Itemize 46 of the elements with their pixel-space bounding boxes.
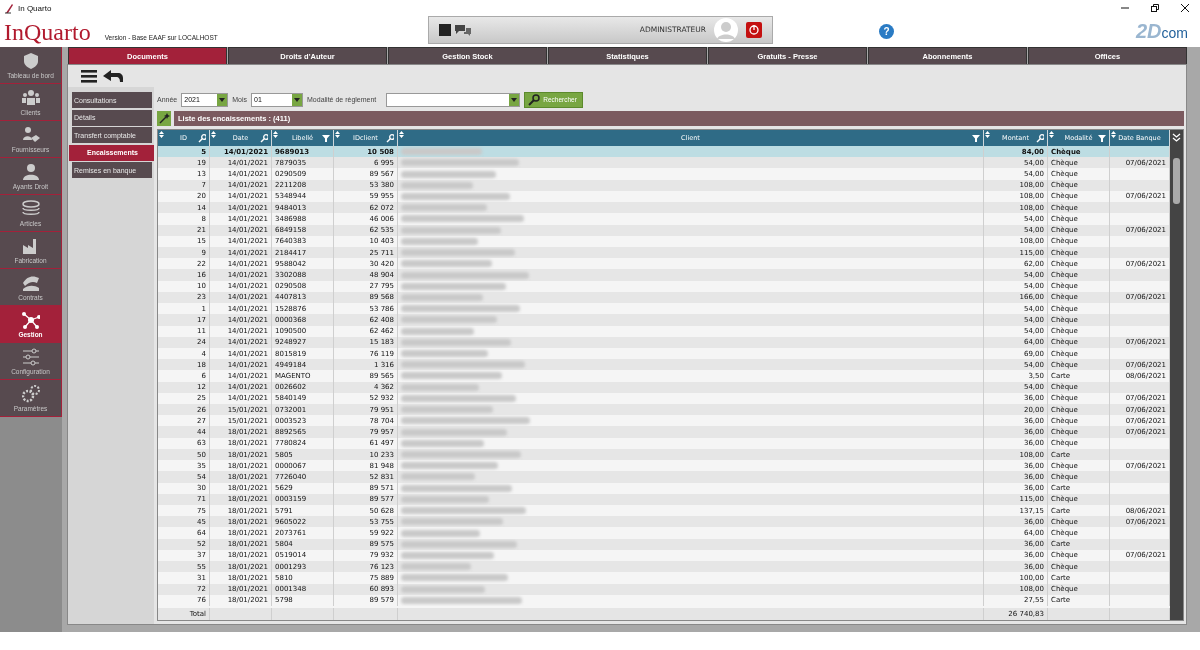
sort-icon[interactable] xyxy=(211,131,216,138)
help-button[interactable]: ? xyxy=(879,24,894,39)
power-icon[interactable] xyxy=(746,21,762,38)
sort-icon[interactable] xyxy=(273,131,278,138)
people-icon xyxy=(21,88,40,107)
dropdown-field[interactable] xyxy=(386,92,521,107)
wand-icon xyxy=(158,113,170,124)
expand-icon[interactable] xyxy=(1172,133,1181,142)
sliders-icon xyxy=(21,347,40,366)
blurred-text xyxy=(401,181,473,189)
people-icon xyxy=(21,125,40,144)
sort-icon[interactable] xyxy=(399,131,404,138)
brand-logo: 2Dcom xyxy=(1135,20,1188,43)
caret-icon[interactable] xyxy=(509,93,520,106)
tool-button[interactable] xyxy=(157,111,171,126)
window-title: In Quarto xyxy=(18,3,52,13)
caret-icon[interactable] xyxy=(292,93,303,106)
menu-icon[interactable] xyxy=(81,69,97,83)
sort-icon[interactable] xyxy=(335,131,340,138)
person-icon xyxy=(21,162,40,181)
filter-icon[interactable] xyxy=(972,134,980,143)
network-icon xyxy=(21,310,40,329)
app-icon xyxy=(4,2,14,14)
search-icon[interactable] xyxy=(386,134,394,143)
stop-icon[interactable] xyxy=(439,23,451,36)
filter-icon[interactable] xyxy=(1098,134,1106,143)
chat-icon[interactable] xyxy=(454,23,472,36)
close-icon[interactable] xyxy=(1180,3,1190,13)
sort-icon[interactable] xyxy=(159,131,164,138)
search-icon[interactable] xyxy=(1036,134,1044,143)
search-icon xyxy=(528,93,541,106)
stack-icon xyxy=(21,199,40,218)
blurred-text xyxy=(401,563,471,571)
scrollbar-thumb[interactable] xyxy=(1173,158,1180,204)
sort-icon[interactable] xyxy=(1111,131,1116,138)
shield-icon xyxy=(21,51,40,70)
sort-icon[interactable] xyxy=(985,131,990,138)
search-icon[interactable] xyxy=(260,134,268,143)
restore-icon[interactable] xyxy=(1150,3,1160,13)
search-icon[interactable] xyxy=(198,134,206,143)
sort-icon[interactable] xyxy=(1049,131,1054,138)
avatar-icon xyxy=(714,17,738,42)
back-arrow-icon[interactable] xyxy=(103,69,123,83)
caret-icon[interactable] xyxy=(217,93,228,106)
filter-icon[interactable] xyxy=(322,134,330,143)
app-logo: InQuarto xyxy=(4,18,91,45)
